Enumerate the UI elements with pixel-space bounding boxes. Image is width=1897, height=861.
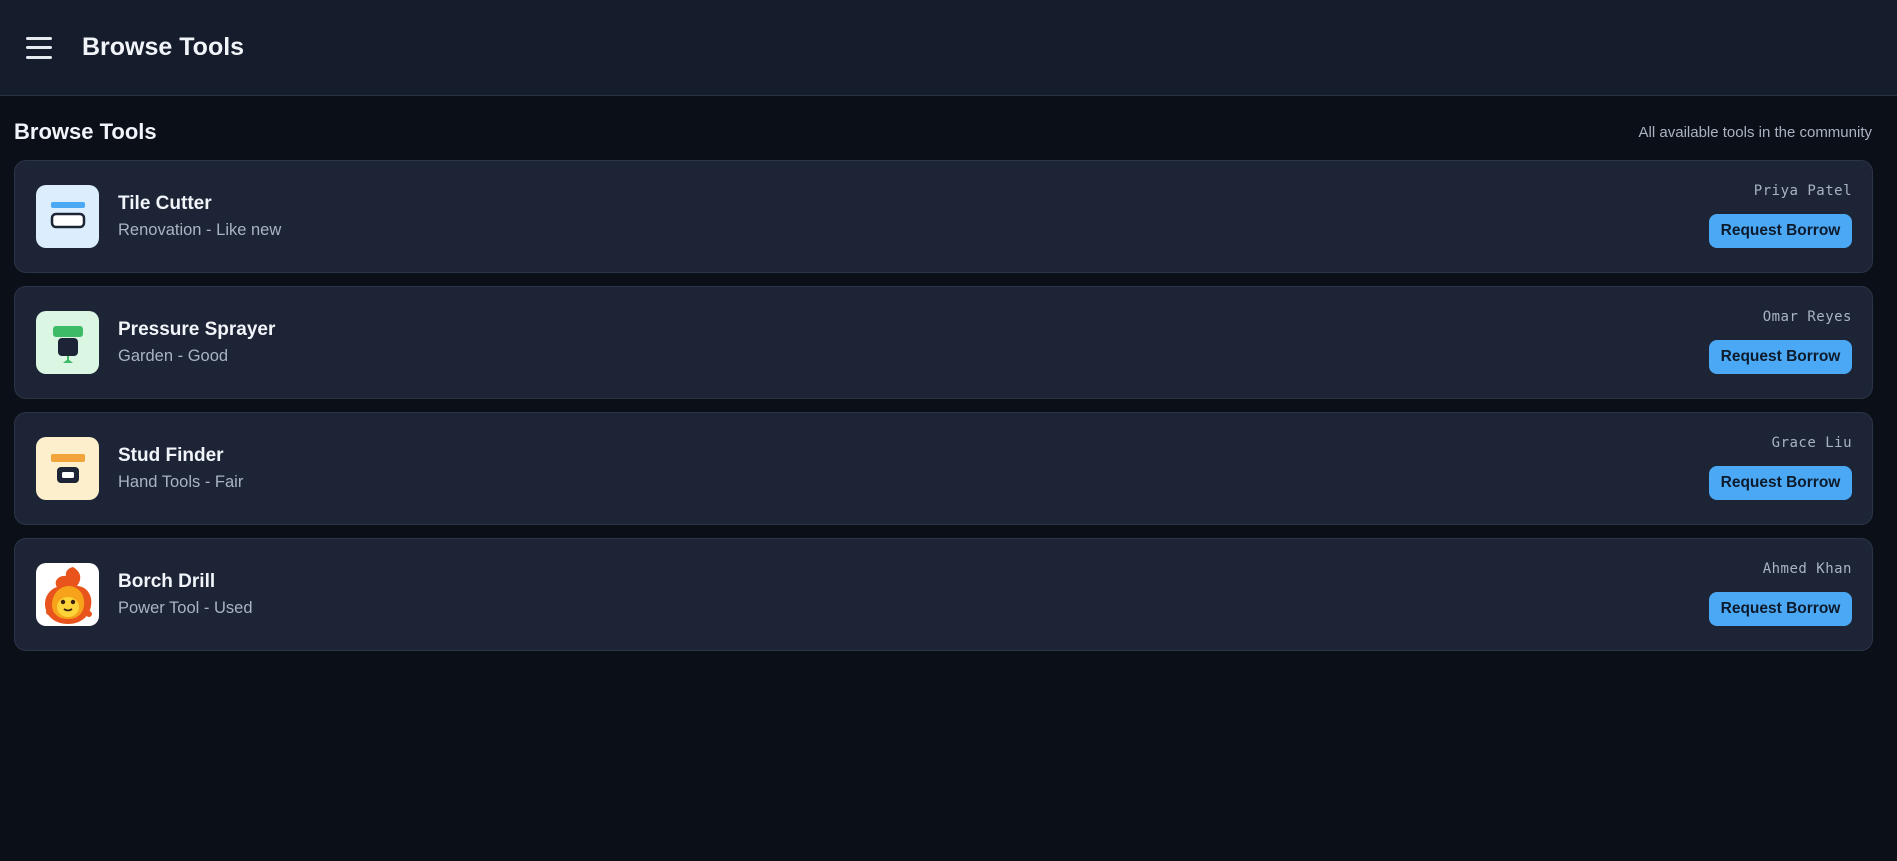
section-header: Browse Tools All available tools in the … (14, 119, 1873, 144)
request-borrow-button[interactable]: Request Borrow (1709, 466, 1852, 500)
tool-actions: Priya Patel Request Borrow (1709, 161, 1852, 272)
section-subtitle: All available tools in the community (1638, 123, 1872, 141)
owner-name: Ahmed Khan (1762, 561, 1852, 577)
tool-actions: Grace Liu Request Borrow (1709, 413, 1852, 524)
tool-name: Tile Cutter (118, 193, 212, 214)
tool-card: Borch Drill Power Tool - Used Ahmed Khan… (14, 538, 1873, 651)
tool-info: Stud Finder Hand Tools - Fair (118, 445, 243, 492)
tile-cutter-icon (36, 185, 99, 248)
tool-card: Stud Finder Hand Tools - Fair Grace Liu … (14, 412, 1873, 525)
request-borrow-button[interactable]: Request Borrow (1709, 592, 1852, 626)
app-title: Browse Tools (82, 33, 245, 61)
owner-name: Omar Reyes (1762, 309, 1852, 325)
tool-card: Tile Cutter Renovation - Like new Priya … (14, 160, 1873, 273)
tool-name: Stud Finder (118, 445, 224, 466)
tool-info: Borch Drill Power Tool - Used (118, 571, 253, 618)
tool-meta: Power Tool - Used (118, 599, 253, 617)
tool-actions: Omar Reyes Request Borrow (1709, 287, 1852, 398)
main-content: Browse Tools All available tools in the … (0, 96, 1897, 651)
pressure-sprayer-icon (36, 311, 99, 374)
request-borrow-button[interactable]: Request Borrow (1709, 340, 1852, 374)
top-bar: Browse Tools (0, 0, 1897, 96)
tool-name: Borch Drill (118, 571, 216, 592)
stud-finder-icon (36, 437, 99, 500)
owner-name: Grace Liu (1771, 435, 1852, 451)
tool-info: Tile Cutter Renovation - Like new (118, 193, 281, 240)
tool-meta: Garden - Good (118, 347, 229, 365)
tool-actions: Ahmed Khan Request Borrow (1709, 539, 1852, 650)
tool-info: Pressure Sprayer Garden - Good (118, 319, 275, 366)
tool-card: Pressure Sprayer Garden - Good Omar Reye… (14, 286, 1873, 399)
tool-meta: Renovation - Like new (118, 221, 282, 239)
owner-name: Priya Patel (1753, 183, 1852, 199)
hamburger-icon[interactable] (26, 36, 52, 59)
tool-meta: Hand Tools - Fair (118, 473, 244, 491)
section-title: Browse Tools (14, 119, 157, 144)
request-borrow-button[interactable]: Request Borrow (1709, 214, 1852, 248)
fire-creature-icon (36, 563, 99, 626)
tool-name: Pressure Sprayer (118, 319, 276, 340)
